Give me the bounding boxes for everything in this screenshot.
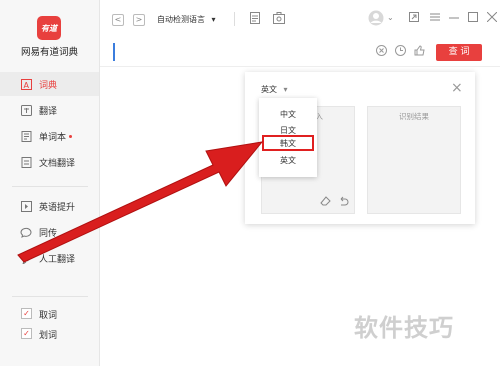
undo-icon[interactable] — [338, 196, 349, 209]
sidebar-item-english-improve[interactable]: 英语提升 — [0, 194, 99, 218]
highlight-box — [262, 135, 314, 151]
search-button[interactable]: 查 词 — [436, 44, 482, 61]
new-badge-dot — [69, 135, 72, 138]
sidebar-item-dictionary[interactable]: A 词典 — [0, 72, 99, 96]
chevron-down-icon: ▾ — [211, 15, 216, 24]
sidebar-item-doc-translate[interactable]: 文档翻译 — [0, 150, 99, 174]
select-word-checkbox[interactable]: ✓ — [21, 328, 32, 339]
language-dropdown: 中文 日文 韩文 英文 — [259, 98, 317, 177]
sidebar-item-translate[interactable]: 翻译 — [0, 98, 99, 122]
screenshot-ocr-icon[interactable] — [273, 12, 285, 27]
ocr-result-title: 识别结果 — [399, 112, 429, 121]
app-name: 网易有道词典 — [20, 47, 78, 58]
clear-icon[interactable] — [375, 45, 387, 57]
user-avatar-icon[interactable] — [368, 10, 384, 29]
toolbar-divider — [234, 12, 235, 26]
app-logo-text: 有道 — [41, 23, 57, 33]
thumbs-up-icon[interactable] — [413, 45, 425, 57]
watermark: 软件技巧 — [354, 314, 454, 342]
sidebar-item-interpretation[interactable]: 同传 — [0, 220, 99, 244]
chevron-down-icon[interactable]: ⌄ — [387, 13, 394, 22]
english-improve-icon — [20, 200, 32, 212]
back-button[interactable]: < — [112, 14, 124, 26]
dropdown-option-chinese[interactable]: 中文 — [259, 108, 317, 122]
sidebar-item-label: 同传 — [39, 228, 58, 239]
document-icon[interactable] — [250, 12, 260, 27]
menu-icon[interactable] — [430, 12, 440, 25]
sidebar-divider — [12, 186, 88, 187]
ocr-language-label: 英文 — [261, 85, 277, 94]
select-word-label: 划词 — [39, 331, 58, 341]
top-toolbar: < > 自动检测语言 ▾ ⌄ — [100, 0, 500, 38]
search-bar: 查 词 — [100, 40, 500, 67]
maximize-icon[interactable] — [468, 12, 478, 25]
sidebar-item-label: 翻译 — [39, 106, 58, 117]
document-translate-icon — [20, 156, 32, 168]
sidebar-item-human-translate[interactable]: 人工翻译 — [0, 246, 99, 270]
eraser-icon[interactable] — [320, 196, 331, 209]
capture-word-label: 取词 — [39, 311, 58, 321]
wordbook-icon — [20, 130, 32, 142]
interpretation-icon — [20, 226, 32, 238]
language-detect-label: 自动检测语言 — [157, 15, 205, 24]
sidebar-item-label: 文档翻译 — [39, 158, 76, 169]
capture-word-checkbox[interactable]: ✓ — [21, 308, 32, 319]
close-icon[interactable]: × — [451, 80, 463, 96]
dropdown-option-english[interactable]: 英文 — [259, 154, 317, 168]
language-detect-select[interactable]: 自动检测语言 ▾ — [157, 14, 216, 25]
history-icon[interactable] — [394, 45, 406, 57]
sidebar-divider — [12, 296, 88, 297]
chevron-down-icon: ▾ — [283, 85, 288, 94]
sidebar: 有道 网易有道词典 A 词典 翻译 单词本 文档翻译 英语提升 同传 人工翻译 … — [0, 0, 100, 366]
svg-text:A: A — [23, 81, 29, 90]
minimize-icon[interactable] — [449, 12, 459, 25]
search-input[interactable] — [113, 43, 115, 61]
ocr-result-box: 识别结果 — [367, 106, 461, 214]
translate-icon — [20, 104, 32, 116]
dictionary-icon: A — [20, 78, 32, 90]
mini-mode-icon[interactable] — [409, 12, 419, 25]
sidebar-item-label: 单词本 — [39, 132, 67, 143]
sidebar-item-label: 英语提升 — [39, 202, 76, 213]
ocr-language-select[interactable]: 英文 ▾ — [261, 84, 288, 95]
sidebar-item-label: 词典 — [39, 80, 58, 91]
forward-button[interactable]: > — [133, 14, 145, 26]
human-translate-icon — [20, 252, 32, 264]
app-logo: 有道 — [37, 16, 61, 40]
sidebar-item-label: 人工翻译 — [39, 254, 76, 265]
sidebar-item-wordbook[interactable]: 单词本 — [0, 124, 99, 148]
close-icon[interactable] — [486, 11, 498, 25]
